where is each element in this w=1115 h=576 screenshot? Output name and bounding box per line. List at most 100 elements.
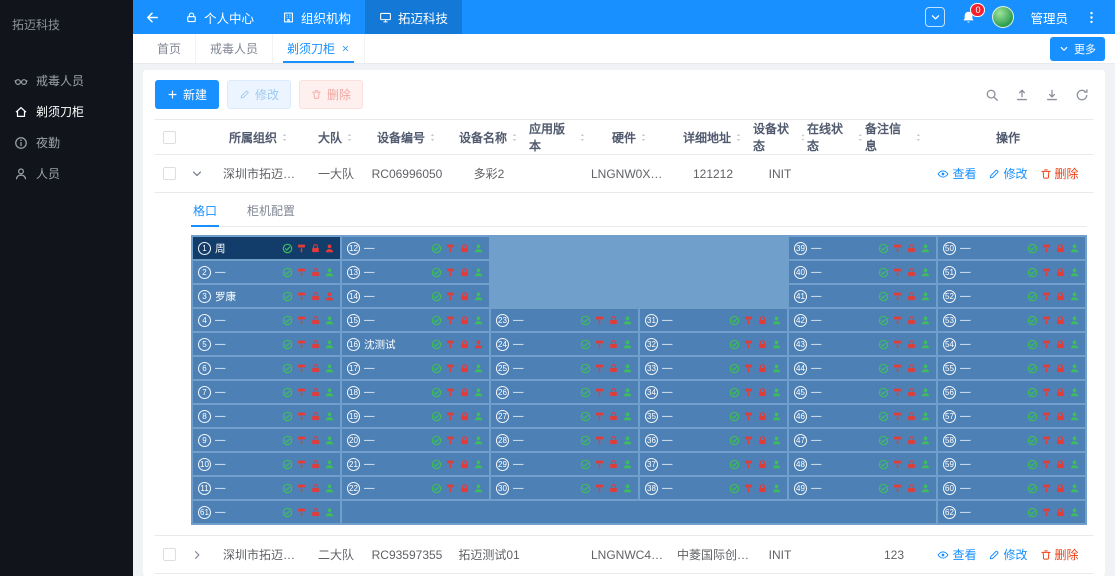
dropdown-button[interactable] — [925, 7, 945, 27]
locker-cell-54[interactable]: 54— — [938, 333, 1085, 355]
column-header[interactable]: 所属组织 — [211, 129, 307, 146]
row-expander[interactable] — [183, 168, 211, 180]
back-button[interactable] — [133, 10, 171, 25]
locker-cell-12[interactable]: 12— — [342, 237, 489, 259]
locker-cell-52[interactable]: 52— — [938, 285, 1085, 307]
column-header[interactable]: 大队 — [307, 129, 365, 146]
locker-cell-23[interactable]: 23— — [491, 309, 638, 331]
locker-cell-35[interactable]: 35— — [640, 405, 787, 427]
locker-cell-13[interactable]: 13— — [342, 261, 489, 283]
locker-cell-43[interactable]: 43— — [789, 333, 936, 355]
locker-cell-25[interactable]: 25— — [491, 357, 638, 379]
sort-caret-icon[interactable] — [345, 133, 354, 142]
locker-cell-50[interactable]: 50— — [938, 237, 1085, 259]
locker-cell-20[interactable]: 20— — [342, 429, 489, 451]
sort-caret-icon[interactable] — [914, 133, 923, 142]
locker-cell-34[interactable]: 34— — [640, 381, 787, 403]
nav-menu-item[interactable]: 组织机构 — [268, 0, 365, 34]
view-link[interactable]: 查看 — [937, 546, 976, 563]
tab-more-button[interactable]: 更多 — [1050, 37, 1105, 61]
locker-cell-22[interactable]: 22— — [342, 477, 489, 499]
locker-cell-56[interactable]: 56— — [938, 381, 1085, 403]
locker-cell-29[interactable]: 29— — [491, 453, 638, 475]
tab-首页[interactable]: 首页 — [143, 34, 196, 63]
sort-caret-icon[interactable] — [856, 133, 865, 142]
upload-icon[interactable] — [1015, 88, 1029, 102]
column-header[interactable]: 设备名称 — [449, 129, 529, 146]
locker-cell-10[interactable]: 10— — [193, 453, 340, 475]
nav-menu-item[interactable]: 个人中心 — [171, 0, 268, 34]
sidebar-item[interactable]: 戒毒人员 — [0, 65, 133, 96]
sort-caret-icon[interactable] — [428, 133, 437, 142]
column-header[interactable]: 硬件 — [587, 129, 673, 146]
delete-button[interactable]: 删除 — [299, 80, 363, 109]
nav-menu-item[interactable]: 拓迈科技 — [365, 0, 462, 34]
edit-button[interactable]: 修改 — [227, 80, 291, 109]
locker-cell-19[interactable]: 19— — [342, 405, 489, 427]
locker-cell-3[interactable]: 3罗康 — [193, 285, 340, 307]
select-all-checkbox[interactable] — [163, 131, 176, 144]
locker-cell-61[interactable]: 61— — [193, 501, 340, 523]
view-link[interactable]: 查看 — [937, 165, 976, 182]
locker-cell-30[interactable]: 30— — [491, 477, 638, 499]
tab-close-button[interactable] — [341, 44, 350, 53]
sort-caret-icon[interactable] — [734, 133, 743, 142]
locker-cell-4[interactable]: 4— — [193, 309, 340, 331]
more-menu-button[interactable] — [1084, 10, 1099, 25]
locker-cell-57[interactable]: 57— — [938, 405, 1085, 427]
column-header[interactable]: 在线状态 — [807, 120, 865, 154]
sidebar-item[interactable]: 人员 — [0, 158, 133, 189]
column-header[interactable]: 详细地址 — [673, 129, 753, 146]
notifications-button[interactable]: 0 — [961, 10, 976, 25]
column-header[interactable]: 备注信息 — [865, 120, 923, 154]
search-icon[interactable] — [985, 88, 999, 102]
locker-cell-7[interactable]: 7— — [193, 381, 340, 403]
locker-cell-40[interactable]: 40— — [789, 261, 936, 283]
locker-cell-15[interactable]: 15— — [342, 309, 489, 331]
locker-cell-17[interactable]: 17— — [342, 357, 489, 379]
row-checkbox[interactable] — [163, 167, 176, 180]
locker-cell-11[interactable]: 11— — [193, 477, 340, 499]
tab-戒毒人员[interactable]: 戒毒人员 — [196, 34, 273, 63]
locker-cell-36[interactable]: 36— — [640, 429, 787, 451]
locker-cell-47[interactable]: 47— — [789, 429, 936, 451]
locker-cell-51[interactable]: 51— — [938, 261, 1085, 283]
sort-caret-icon[interactable] — [578, 133, 587, 142]
tab-剃须刀柜[interactable]: 剃须刀柜 — [273, 34, 365, 63]
avatar[interactable] — [992, 6, 1014, 28]
locker-cell-49[interactable]: 49— — [789, 477, 936, 499]
locker-cell-42[interactable]: 42— — [789, 309, 936, 331]
locker-cell-55[interactable]: 55— — [938, 357, 1085, 379]
panel-tab-格口[interactable]: 格口 — [191, 195, 219, 226]
locker-cell-14[interactable]: 14— — [342, 285, 489, 307]
column-header[interactable]: 设备状态 — [753, 120, 807, 154]
locker-cell-62[interactable]: 62— — [938, 501, 1085, 523]
locker-cell-21[interactable]: 21— — [342, 453, 489, 475]
sidebar-item[interactable]: 剃须刀柜 — [0, 96, 133, 127]
locker-cell-59[interactable]: 59— — [938, 453, 1085, 475]
locker-cell-33[interactable]: 33— — [640, 357, 787, 379]
locker-cell-46[interactable]: 46— — [789, 405, 936, 427]
locker-cell-44[interactable]: 44— — [789, 357, 936, 379]
sort-caret-icon[interactable] — [510, 133, 519, 142]
delete-link[interactable]: 删除 — [1040, 546, 1079, 563]
locker-cell-53[interactable]: 53— — [938, 309, 1085, 331]
sort-caret-icon[interactable] — [799, 133, 807, 142]
locker-cell-5[interactable]: 5— — [193, 333, 340, 355]
row-checkbox[interactable] — [163, 548, 176, 561]
locker-cell-16[interactable]: 16沈测试 — [342, 333, 489, 355]
locker-cell-24[interactable]: 24— — [491, 333, 638, 355]
locker-cell-18[interactable]: 18— — [342, 381, 489, 403]
locker-cell-6[interactable]: 6— — [193, 357, 340, 379]
edit-link[interactable]: 修改 — [988, 165, 1027, 182]
locker-cell-2[interactable]: 2— — [193, 261, 340, 283]
download-icon[interactable] — [1045, 88, 1059, 102]
panel-tab-柜机配置[interactable]: 柜机配置 — [245, 195, 297, 226]
locker-cell-9[interactable]: 9— — [193, 429, 340, 451]
locker-cell-26[interactable]: 26— — [491, 381, 638, 403]
locker-cell-48[interactable]: 48— — [789, 453, 936, 475]
column-header[interactable]: 操作 — [923, 129, 1093, 146]
sort-caret-icon[interactable] — [280, 133, 289, 142]
locker-cell-37[interactable]: 37— — [640, 453, 787, 475]
column-header[interactable]: 应用版本 — [529, 120, 587, 154]
